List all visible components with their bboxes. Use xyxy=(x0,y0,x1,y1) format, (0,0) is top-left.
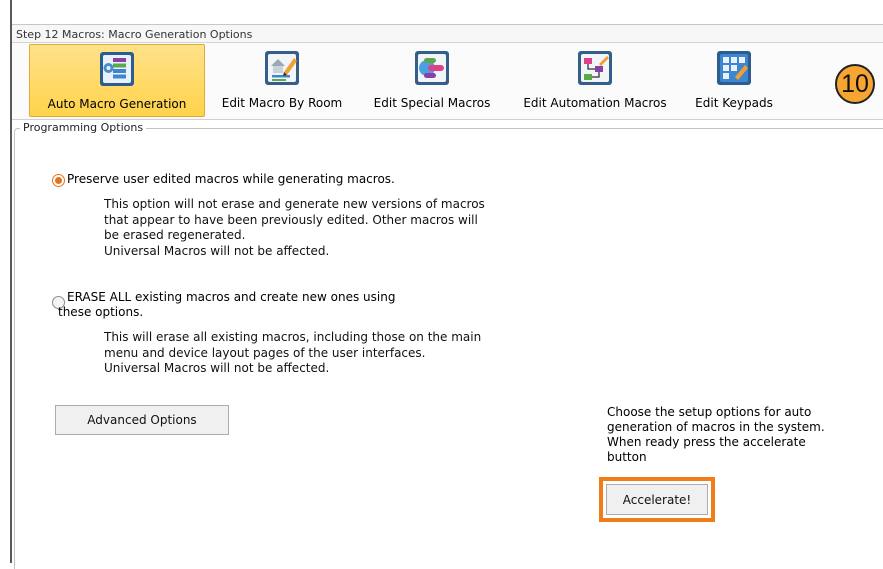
advanced-options-button[interactable]: Advanced Options xyxy=(55,405,229,435)
radio-label-line: these options. xyxy=(58,305,144,319)
help-line: button xyxy=(607,450,647,464)
tab-label: Edit Special Macros xyxy=(373,96,491,110)
tab-edit-keypads[interactable]: Edit Keypads xyxy=(684,44,784,117)
tab-edit-automation-macros[interactable]: Edit Automation Macros xyxy=(507,44,683,117)
erase-all-description: This will erase all existing macros, inc… xyxy=(104,330,481,377)
radio-label: Preserve user edited macros while genera… xyxy=(67,172,395,186)
radio-label-line: ERASE ALL existing macros and create new… xyxy=(67,290,396,304)
tab-label: Auto Macro Generation xyxy=(47,97,187,111)
description-line: This will erase all existing macros, inc… xyxy=(104,330,482,344)
description-line: Universal Macros will not be affected. xyxy=(104,243,330,258)
tab-label: Edit Macro By Room xyxy=(221,96,343,110)
radio-button[interactable] xyxy=(52,174,65,187)
room-macro-icon xyxy=(265,51,299,85)
help-text: Choose the setup options for auto genera… xyxy=(607,405,857,465)
ribbon-toolbar: Auto Macro Generation Edit Macro By Room… xyxy=(12,43,883,120)
description-line: Universal Macros will not be affected. xyxy=(104,361,330,375)
step-number-badge: 10 xyxy=(835,64,875,104)
tab-label: Edit Keypads xyxy=(695,96,773,110)
preserve-macros-description: This option will not erase and generate … xyxy=(104,197,485,259)
keypad-icon xyxy=(717,51,751,85)
description-line: This option will not erase and generate … xyxy=(104,197,485,211)
help-line: Choose the setup options for auto xyxy=(607,405,812,419)
tab-auto-macro-generation[interactable]: Auto Macro Generation xyxy=(29,44,205,117)
description-line: menu and device layout pages of the user… xyxy=(104,345,426,360)
window-title: Step 12 Macros: Macro Generation Options xyxy=(12,24,883,43)
tab-edit-special-macros[interactable]: Edit Special Macros xyxy=(358,44,506,117)
description-line: be erased regenerated. xyxy=(104,228,246,242)
auto-macro-icon xyxy=(100,52,134,86)
tab-label: Edit Automation Macros xyxy=(523,96,667,110)
tab-edit-macro-by-room[interactable]: Edit Macro By Room xyxy=(207,44,357,117)
programming-options-legend: Programming Options xyxy=(20,121,147,134)
help-line: When ready press the accelerate xyxy=(607,435,806,449)
special-macro-icon xyxy=(415,51,449,85)
help-line: generation of macros in the system. xyxy=(607,420,825,434)
automation-macro-icon xyxy=(578,51,612,85)
radio-label: ERASE ALL existing macros and create new… xyxy=(58,290,396,320)
description-line: that appear to have been previously edit… xyxy=(104,212,478,227)
accelerate-button[interactable]: Accelerate! xyxy=(606,484,708,515)
